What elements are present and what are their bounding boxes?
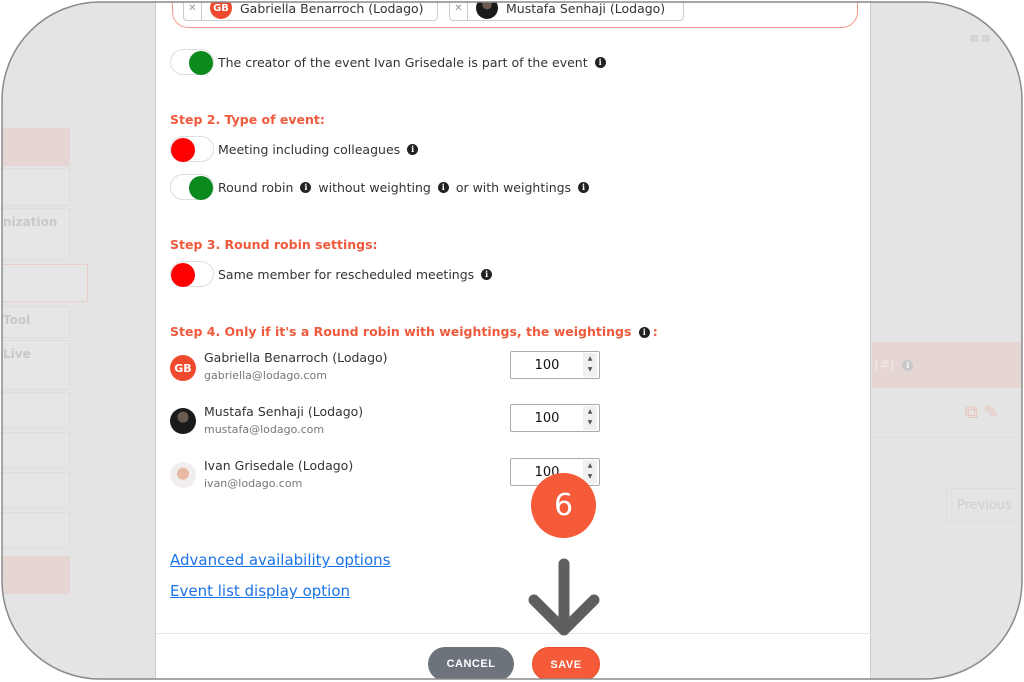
weight-input[interactable]: 100 ▲ ▼ [510,351,600,379]
sidebar-item [0,168,70,206]
member-email: mustafa@lodago.com [204,423,325,436]
weight-value: 100 [534,357,560,373]
sidebar-item [0,432,70,468]
meeting-toggle[interactable] [170,136,214,162]
sidebar-item [0,128,70,166]
cancel-button[interactable]: CANCEL [428,647,514,681]
with-weightings-label: or with weightings [455,179,572,195]
arrow-down-icon [528,558,600,636]
creator-toggle[interactable] [170,49,214,75]
save-button[interactable]: SAVE [532,647,600,681]
member-chip: ✕ Mustafa Senhaji (Lodago) [449,0,684,21]
without-weighting-label: without weighting [318,179,431,195]
members-select[interactable]: ✕ GB Gabriella Benarroch (Lodago) ✕ Must… [172,0,858,28]
same-member-toggle[interactable] [170,261,214,287]
avatar: GB [210,0,232,19]
sidebar-item: nization [0,208,70,260]
step3-title: Step 3. Round robin settings: [170,237,378,252]
weight-member: GB Gabriella Benarroch (Lodago) gabriella… [170,350,388,382]
round-robin-row: Round robin i without weighting i or with … [170,174,592,200]
meeting-row: Meeting including colleagues i [170,136,421,162]
sidebar-item [0,392,70,428]
step4-title: Step 4. Only if it's a Round robin with … [170,324,658,339]
creator-label: The creator of the event Ivan Grisedale … [218,54,588,70]
sidebar-item: Tool [0,306,70,338]
row-actions: ⧉ ✎ [965,402,999,423]
sidebar-item [0,472,70,508]
table-header: (#) i [872,342,1024,388]
previous-button: Previous [946,488,1024,522]
sidebar-item: Live [0,340,70,390]
member-name: Gabriella Benarroch (Lodago) [204,350,388,365]
sidebar-item [0,264,88,302]
info-icon[interactable]: i [300,181,312,193]
stepper-icon[interactable]: ▲ ▼ [583,406,597,430]
info-icon[interactable]: i [481,268,493,280]
language-flag-icon: ▦ ▦ [970,34,990,44]
round-robin-label: Round robin [218,179,294,195]
info-icon[interactable]: i [638,327,650,338]
advanced-availability-link[interactable]: Advanced availability options [170,551,390,569]
table-header-label: (#) [874,358,896,372]
member-email: gabriella@lodago.com [204,369,327,382]
modal-footer: CANCEL SAVE [156,633,872,681]
chip-label: Gabriella Benarroch (Lodago) [240,0,424,16]
table-row [872,388,1024,438]
sidebar-item [0,512,70,548]
meeting-label: Meeting including colleagues [218,141,401,157]
info-icon[interactable]: i [437,181,449,193]
chip-label: Mustafa Senhaji (Lodago) [506,0,666,16]
weight-member: Mustafa Senhaji (Lodago) mustafa@lodago.c… [170,404,363,436]
weight-member: Ivan Grisedale (Lodago) ivan@lodago.com [170,458,353,490]
avatar [476,0,498,19]
step2-title: Step 2. Type of event: [170,112,325,127]
info-icon[interactable]: i [407,143,419,155]
weight-value: 100 [534,410,560,426]
info-icon[interactable]: i [594,56,606,68]
step4-title-text: Step 4. Only if it's a Round robin with … [170,324,632,339]
same-member-label: Same member for rescheduled meetings [218,266,475,282]
member-chip: ✕ GB Gabriella Benarroch (Lodago) [183,0,438,21]
avatar [170,408,196,434]
round-robin-toggle[interactable] [170,174,214,200]
event-list-display-link[interactable]: Event list display option [170,582,350,600]
event-settings-modal: ✕ GB Gabriella Benarroch (Lodago) ✕ Must… [155,0,872,681]
same-member-row: Same member for rescheduled meetings i [170,261,495,287]
member-name: Mustafa Senhaji (Lodago) [204,404,364,419]
copy-icon: ⧉ [965,402,978,423]
creator-row: The creator of the event Ivan Grisedale … [170,49,609,75]
step-number-badge: 6 [531,473,596,538]
weight-input[interactable]: 100 ▲ ▼ [510,404,600,432]
member-name: Ivan Grisedale (Lodago) [204,458,354,473]
pencil-icon: ✎ [983,402,999,423]
stepper-icon[interactable]: ▲ ▼ [583,353,597,377]
info-icon: i [902,360,914,371]
remove-icon[interactable]: ✕ [184,0,202,20]
info-icon[interactable]: i [578,181,590,193]
remove-icon[interactable]: ✕ [450,0,468,20]
step4-title-suffix: : [652,324,658,339]
member-email: ivan@lodago.com [204,477,303,490]
avatar: GB [170,355,196,381]
avatar [170,462,196,488]
sidebar-item [0,556,70,594]
